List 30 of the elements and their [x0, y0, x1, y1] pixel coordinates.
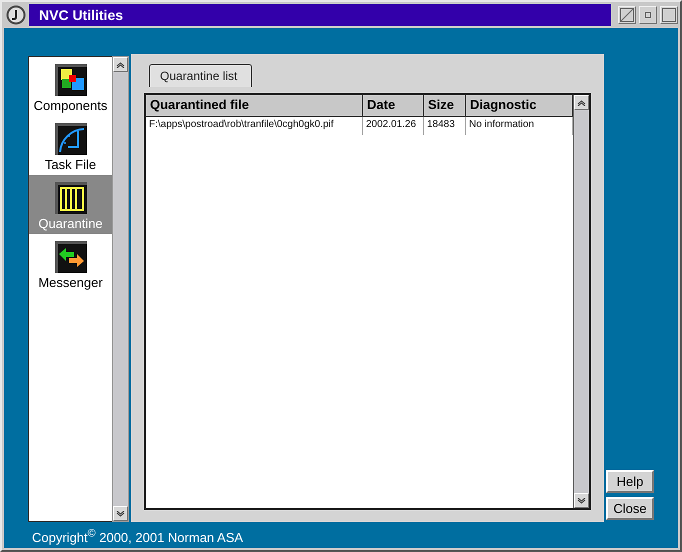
- column-header[interactable]: Date: [363, 95, 424, 117]
- arrows-icon: [54, 241, 86, 273]
- app-logo-icon: [6, 5, 26, 25]
- scrollbar[interactable]: [112, 56, 129, 522]
- bars-icon: [54, 182, 86, 214]
- column-header[interactable]: Size: [424, 95, 466, 117]
- blocks-icon: [54, 64, 86, 96]
- resize-icon[interactable]: [618, 6, 636, 24]
- scroll-up-icon[interactable]: [574, 95, 589, 110]
- maximize-icon[interactable]: [660, 6, 678, 24]
- window-title: NVC Utilities: [39, 7, 124, 23]
- minimize-icon[interactable]: [639, 6, 657, 24]
- sidebar-item[interactable]: Quarantine: [29, 175, 112, 234]
- clock-icon: [54, 123, 86, 155]
- scroll-up-icon[interactable]: [113, 57, 128, 72]
- column-header[interactable]: Diagnostic: [466, 95, 573, 117]
- table-cell: F:\apps\postroad\rob\tranfile\0cgh0gk0.pif: [146, 117, 363, 135]
- column-header[interactable]: Quarantined file: [146, 95, 363, 117]
- scroll-down-icon[interactable]: [113, 506, 128, 521]
- scrollbar[interactable]: [573, 95, 589, 508]
- tab[interactable]: Quarantine list: [149, 64, 252, 87]
- help-button[interactable]: Help: [606, 470, 654, 493]
- copyright-text: Copyright$^{©}$ 2000, 2001 Norman ASA: [32, 530, 244, 546]
- sidebar-item[interactable]: Task File: [29, 116, 112, 175]
- table-cell: 18483: [424, 117, 466, 135]
- scroll-down-icon[interactable]: [574, 493, 589, 508]
- sidebar-item[interactable]: Components: [29, 57, 112, 116]
- close-button[interactable]: Close: [606, 497, 654, 520]
- sidebar-item[interactable]: Messenger: [29, 234, 112, 293]
- table-cell: 2002.01.26: [363, 117, 424, 135]
